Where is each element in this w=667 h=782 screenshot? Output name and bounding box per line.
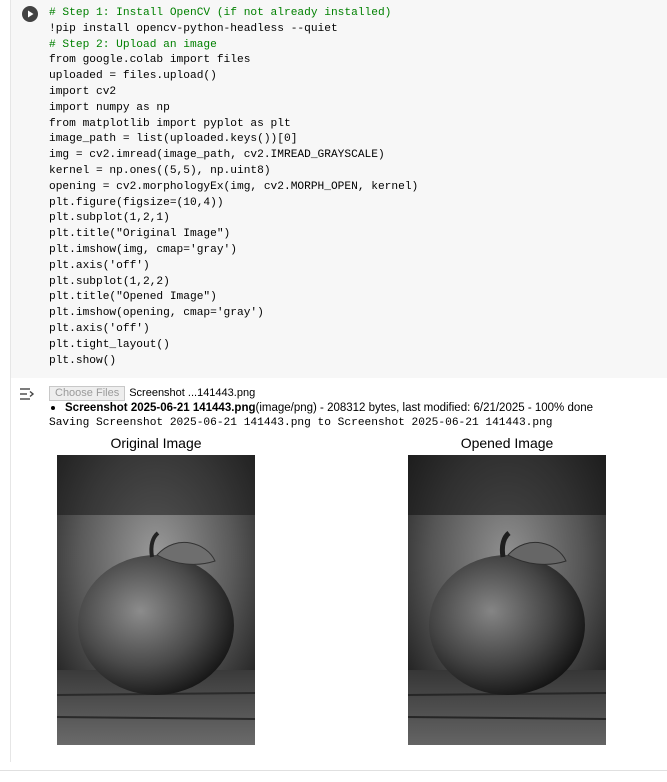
code-line: from matplotlib import pyplot as plt <box>49 117 291 130</box>
file-upload-row: Choose Files Screenshot ...141443.png <box>49 385 649 401</box>
code-line: kernel = np.ones((5,5), np.uint8) <box>49 164 271 177</box>
opened-image <box>408 455 606 745</box>
code-line: plt.imshow(img, cmap='gray') <box>49 243 237 256</box>
code-line: plt.imshow(opening, cmap='gray') <box>49 307 264 320</box>
uploaded-file-meta: (image/png) - 208312 bytes, last modifie… <box>255 402 594 414</box>
uploaded-file-item: Screenshot 2025-06-21 141443.png(image/p… <box>51 401 649 416</box>
chosen-file-name: Screenshot ...141443.png <box>129 387 256 399</box>
code-line: import cv2 <box>49 85 117 98</box>
code-line: plt.subplot(1,2,1) <box>49 212 170 225</box>
original-image <box>57 455 255 745</box>
code-line: uploaded = files.upload() <box>49 70 217 83</box>
opened-image-title: Opened Image <box>460 435 554 451</box>
output-toggle-icon[interactable] <box>18 385 36 403</box>
code-cell: # Step 1: Install OpenCV (if not already… <box>10 0 667 762</box>
code-line: # Step 2: Upload an image <box>49 38 217 51</box>
choose-files-button[interactable]: Choose Files <box>49 385 126 401</box>
code-line: plt.subplot(1,2,2) <box>49 275 170 288</box>
code-text[interactable]: # Step 1: Install OpenCV (if not already… <box>49 6 418 369</box>
code-line: image_path = list(uploaded.keys())[0] <box>49 133 298 146</box>
cell-output: Choose Files Screenshot ...141443.png Sc… <box>49 385 649 431</box>
code-editor[interactable]: # Step 1: Install OpenCV (if not already… <box>11 0 667 378</box>
code-line: plt.title("Original Image") <box>49 228 231 241</box>
code-line: import numpy as np <box>49 101 170 114</box>
code-line: plt.title("Opened Image") <box>49 291 217 304</box>
cell-bottom-divider <box>0 770 667 771</box>
code-line: plt.figure(figsize=(10,4)) <box>49 196 224 209</box>
bullet-icon <box>51 405 55 410</box>
code-line: plt.tight_layout() <box>49 338 170 351</box>
code-line: from google.colab import files <box>49 54 251 67</box>
code-line: plt.axis('off') <box>49 259 150 272</box>
uploaded-file-name: Screenshot 2025-06-21 141443.png <box>65 402 256 414</box>
code-line: img = cv2.imread(image_path, cv2.IMREAD_… <box>49 149 385 162</box>
original-image-title: Original Image <box>110 435 202 451</box>
code-line: plt.show() <box>49 354 117 367</box>
code-line: # Step 1: Install OpenCV (if not already… <box>49 7 392 19</box>
run-cell-button[interactable] <box>22 6 38 22</box>
code-line: !pip install opencv-python-headless --qu… <box>49 22 338 35</box>
code-line: plt.axis('off') <box>49 322 150 335</box>
play-icon <box>28 10 34 18</box>
code-line: opening = cv2.morphologyEx(img, cv2.MORP… <box>49 180 419 193</box>
saving-message: Saving Screenshot 2025-06-21 141443.png … <box>49 417 553 429</box>
